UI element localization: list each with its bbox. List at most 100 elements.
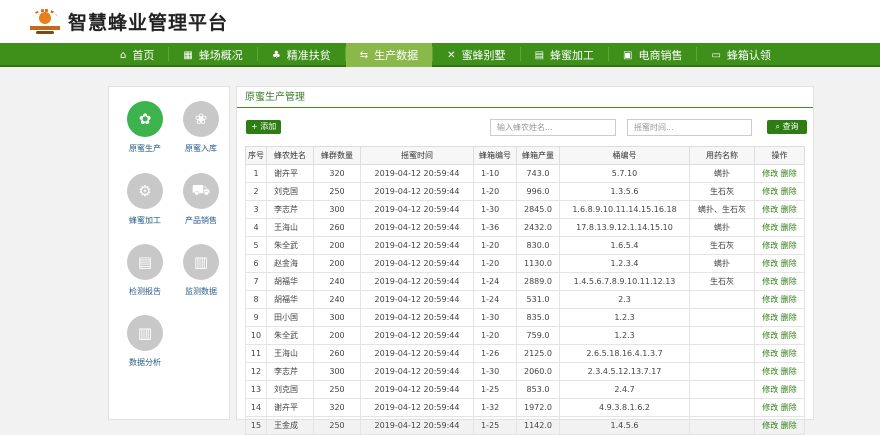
edit-link[interactable]: 修改 — [762, 205, 778, 214]
edit-link[interactable]: 修改 — [762, 277, 778, 286]
sidebar-item-label: 原蜜生产 — [129, 144, 161, 153]
sidebar-item-truck[interactable]: ⛟ 产品销售 — [173, 173, 229, 226]
table-cell: 200 — [313, 326, 361, 345]
table-cell: 1142.0 — [516, 416, 560, 435]
delete-link[interactable]: 删除 — [781, 223, 797, 232]
delete-link[interactable]: 删除 — [781, 295, 797, 304]
table-cell: 11 — [245, 344, 267, 363]
table-cell: 3 — [245, 200, 267, 219]
production-table: 序号 蜂农姓名 蜂群数量 摇蜜时间 蜂箱编号 蜂箱产量 桶编号 用药名称 操作 1 谢卉平 320 2… — [245, 146, 805, 435]
table-cell: 1-24 — [473, 290, 517, 309]
actions-cell: 修改 删除 — [754, 254, 805, 273]
table-cell: 2019-04-12 20:59:44 — [360, 254, 474, 273]
edit-link[interactable]: 修改 — [762, 367, 778, 376]
table-cell: 2125.0 — [516, 344, 560, 363]
edit-link[interactable]: 修改 — [762, 295, 778, 304]
table-cell: 1130.0 — [516, 254, 560, 273]
sidebar-item-honeybee[interactable]: ❀ 原蜜入库 — [173, 101, 229, 154]
delete-link[interactable]: 删除 — [781, 205, 797, 214]
sidebar-item-cart[interactable]: ⚙ 蜂蜜加工 — [117, 173, 173, 226]
sidebar-item-report[interactable]: ▤ 检测报告 — [117, 244, 173, 297]
edit-link[interactable]: 修改 — [762, 313, 778, 322]
edit-link[interactable]: 修改 — [762, 421, 778, 430]
nav-item-chart[interactable]: ▦ 蜂场概况 — [169, 43, 256, 67]
table-cell: 1.6.8.9.10.11.14.15.16.18 — [559, 200, 690, 219]
nav-item-flow[interactable]: ⇆ 生产数据 — [345, 43, 433, 67]
column-header: 摇蜜时间 — [360, 146, 474, 165]
table-cell: 王海山 — [266, 344, 314, 363]
table-cell: 200 — [313, 236, 361, 255]
delete-link[interactable]: 删除 — [781, 259, 797, 268]
nav-item-store[interactable]: ▣ 电商销售 — [609, 43, 696, 67]
add-button[interactable]: + 添加 — [246, 120, 282, 134]
table-cell: 300 — [313, 308, 361, 327]
delete-link[interactable]: 删除 — [781, 421, 797, 430]
edit-link[interactable]: 修改 — [762, 241, 778, 250]
edit-link[interactable]: 修改 — [762, 223, 778, 232]
delete-link[interactable]: 删除 — [781, 169, 797, 178]
delete-link[interactable]: 删除 — [781, 403, 797, 412]
sidebar-item-label: 蜂蜜加工 — [129, 216, 161, 225]
delete-link[interactable]: 删除 — [781, 313, 797, 322]
table-cell: 1.2.3 — [559, 308, 690, 327]
nav-item-monitor[interactable]: ▭ 蜂箱认领 — [697, 43, 784, 67]
nav-item-tools[interactable]: ✕ 蜜蜂别墅 — [433, 43, 519, 67]
actions-cell: 修改 删除 — [754, 200, 805, 219]
table-cell: 1.2.3.4 — [559, 254, 690, 273]
farmer-name-input[interactable]: 输入蜂农姓名... — [490, 119, 616, 136]
table-cell: 240 — [313, 272, 361, 291]
sidebar-item-monitor-chart[interactable]: ▥ 监测数据 — [173, 244, 229, 297]
nav-item-label: 蜜蜂别墅 — [461, 49, 506, 62]
edit-link[interactable]: 修改 — [762, 349, 778, 358]
table-cell — [689, 308, 755, 327]
table-row: 5 朱全武 200 2019-04-12 20:59:44 1-20 830.0 1.6.5… — [245, 236, 805, 255]
column-header: 蜂农姓名 — [266, 146, 314, 165]
table-cell: 1-24 — [473, 272, 517, 291]
monitor-chart-icon: ▥ — [183, 244, 219, 280]
table-cell: 13 — [245, 380, 267, 399]
table-cell: 2019-04-12 20:59:44 — [360, 290, 474, 309]
delete-link[interactable]: 删除 — [781, 385, 797, 394]
edit-link[interactable]: 修改 — [762, 403, 778, 412]
nav-item-hands[interactable]: ♣ 精准扶贫 — [258, 43, 345, 67]
table-cell: 1.4.5.6.7.8.9.10.11.12.13 — [559, 272, 690, 291]
table-row: 7 胡福华 240 2019-04-12 20:59:44 1-24 2889.0 1.4.… — [245, 272, 805, 291]
edit-link[interactable]: 修改 — [762, 259, 778, 268]
search-button[interactable]: ⌕ 查询 — [767, 120, 807, 134]
table-row: 11 王海山 260 2019-04-12 20:59:44 1-26 2125.0 2.6… — [245, 344, 805, 363]
edit-link[interactable]: 修改 — [762, 187, 778, 196]
sidebar-item-bee[interactable]: ✿ 原蜜生产 — [117, 101, 173, 154]
delete-link[interactable]: 删除 — [781, 277, 797, 286]
delete-link[interactable]: 删除 — [781, 241, 797, 250]
chart-icon: ▦ — [183, 49, 193, 61]
actions-cell: 修改 删除 — [754, 290, 805, 309]
sidebar: ✿ 原蜜生产 ❀ 原蜜入库 ⚙ 蜂蜜加工 ⛟ 产品销售 ▤ 检测报告 ▥ 监测数据 ▥ 数据分析 — [108, 86, 230, 420]
table-cell: 1-30 — [473, 308, 517, 327]
edit-link[interactable]: 修改 — [762, 331, 778, 340]
honeybee-icon: ❀ — [183, 101, 219, 137]
table-cell: 260 — [313, 218, 361, 237]
sidebar-item-analysis[interactable]: ▥ 数据分析 — [117, 315, 173, 368]
delete-link[interactable]: 删除 — [781, 187, 797, 196]
table-cell: 2019-04-12 20:59:44 — [360, 200, 474, 219]
actions-cell: 修改 删除 — [754, 398, 805, 417]
table-cell: 250 — [313, 380, 361, 399]
nav-item-home[interactable]: ⌂ 首页 — [106, 43, 168, 67]
report-icon: ▤ — [127, 244, 163, 280]
harvest-time-input[interactable]: 摇蜜时间... — [627, 119, 752, 136]
table-cell: 1-25 — [473, 416, 517, 435]
table-cell: 250 — [313, 416, 361, 435]
table-cell: 螨扑 — [689, 164, 755, 183]
logo — [30, 7, 60, 37]
delete-link[interactable]: 删除 — [781, 331, 797, 340]
nav-item-factory[interactable]: ▤ 蜂蜜加工 — [521, 43, 608, 67]
table-cell: 1-36 — [473, 218, 517, 237]
table-cell — [689, 380, 755, 399]
delete-link[interactable]: 删除 — [781, 349, 797, 358]
table-cell: 1-26 — [473, 344, 517, 363]
delete-link[interactable]: 删除 — [781, 367, 797, 376]
table-cell: 2889.0 — [516, 272, 560, 291]
edit-link[interactable]: 修改 — [762, 385, 778, 394]
table-cell: 2019-04-12 20:59:44 — [360, 236, 474, 255]
edit-link[interactable]: 修改 — [762, 169, 778, 178]
